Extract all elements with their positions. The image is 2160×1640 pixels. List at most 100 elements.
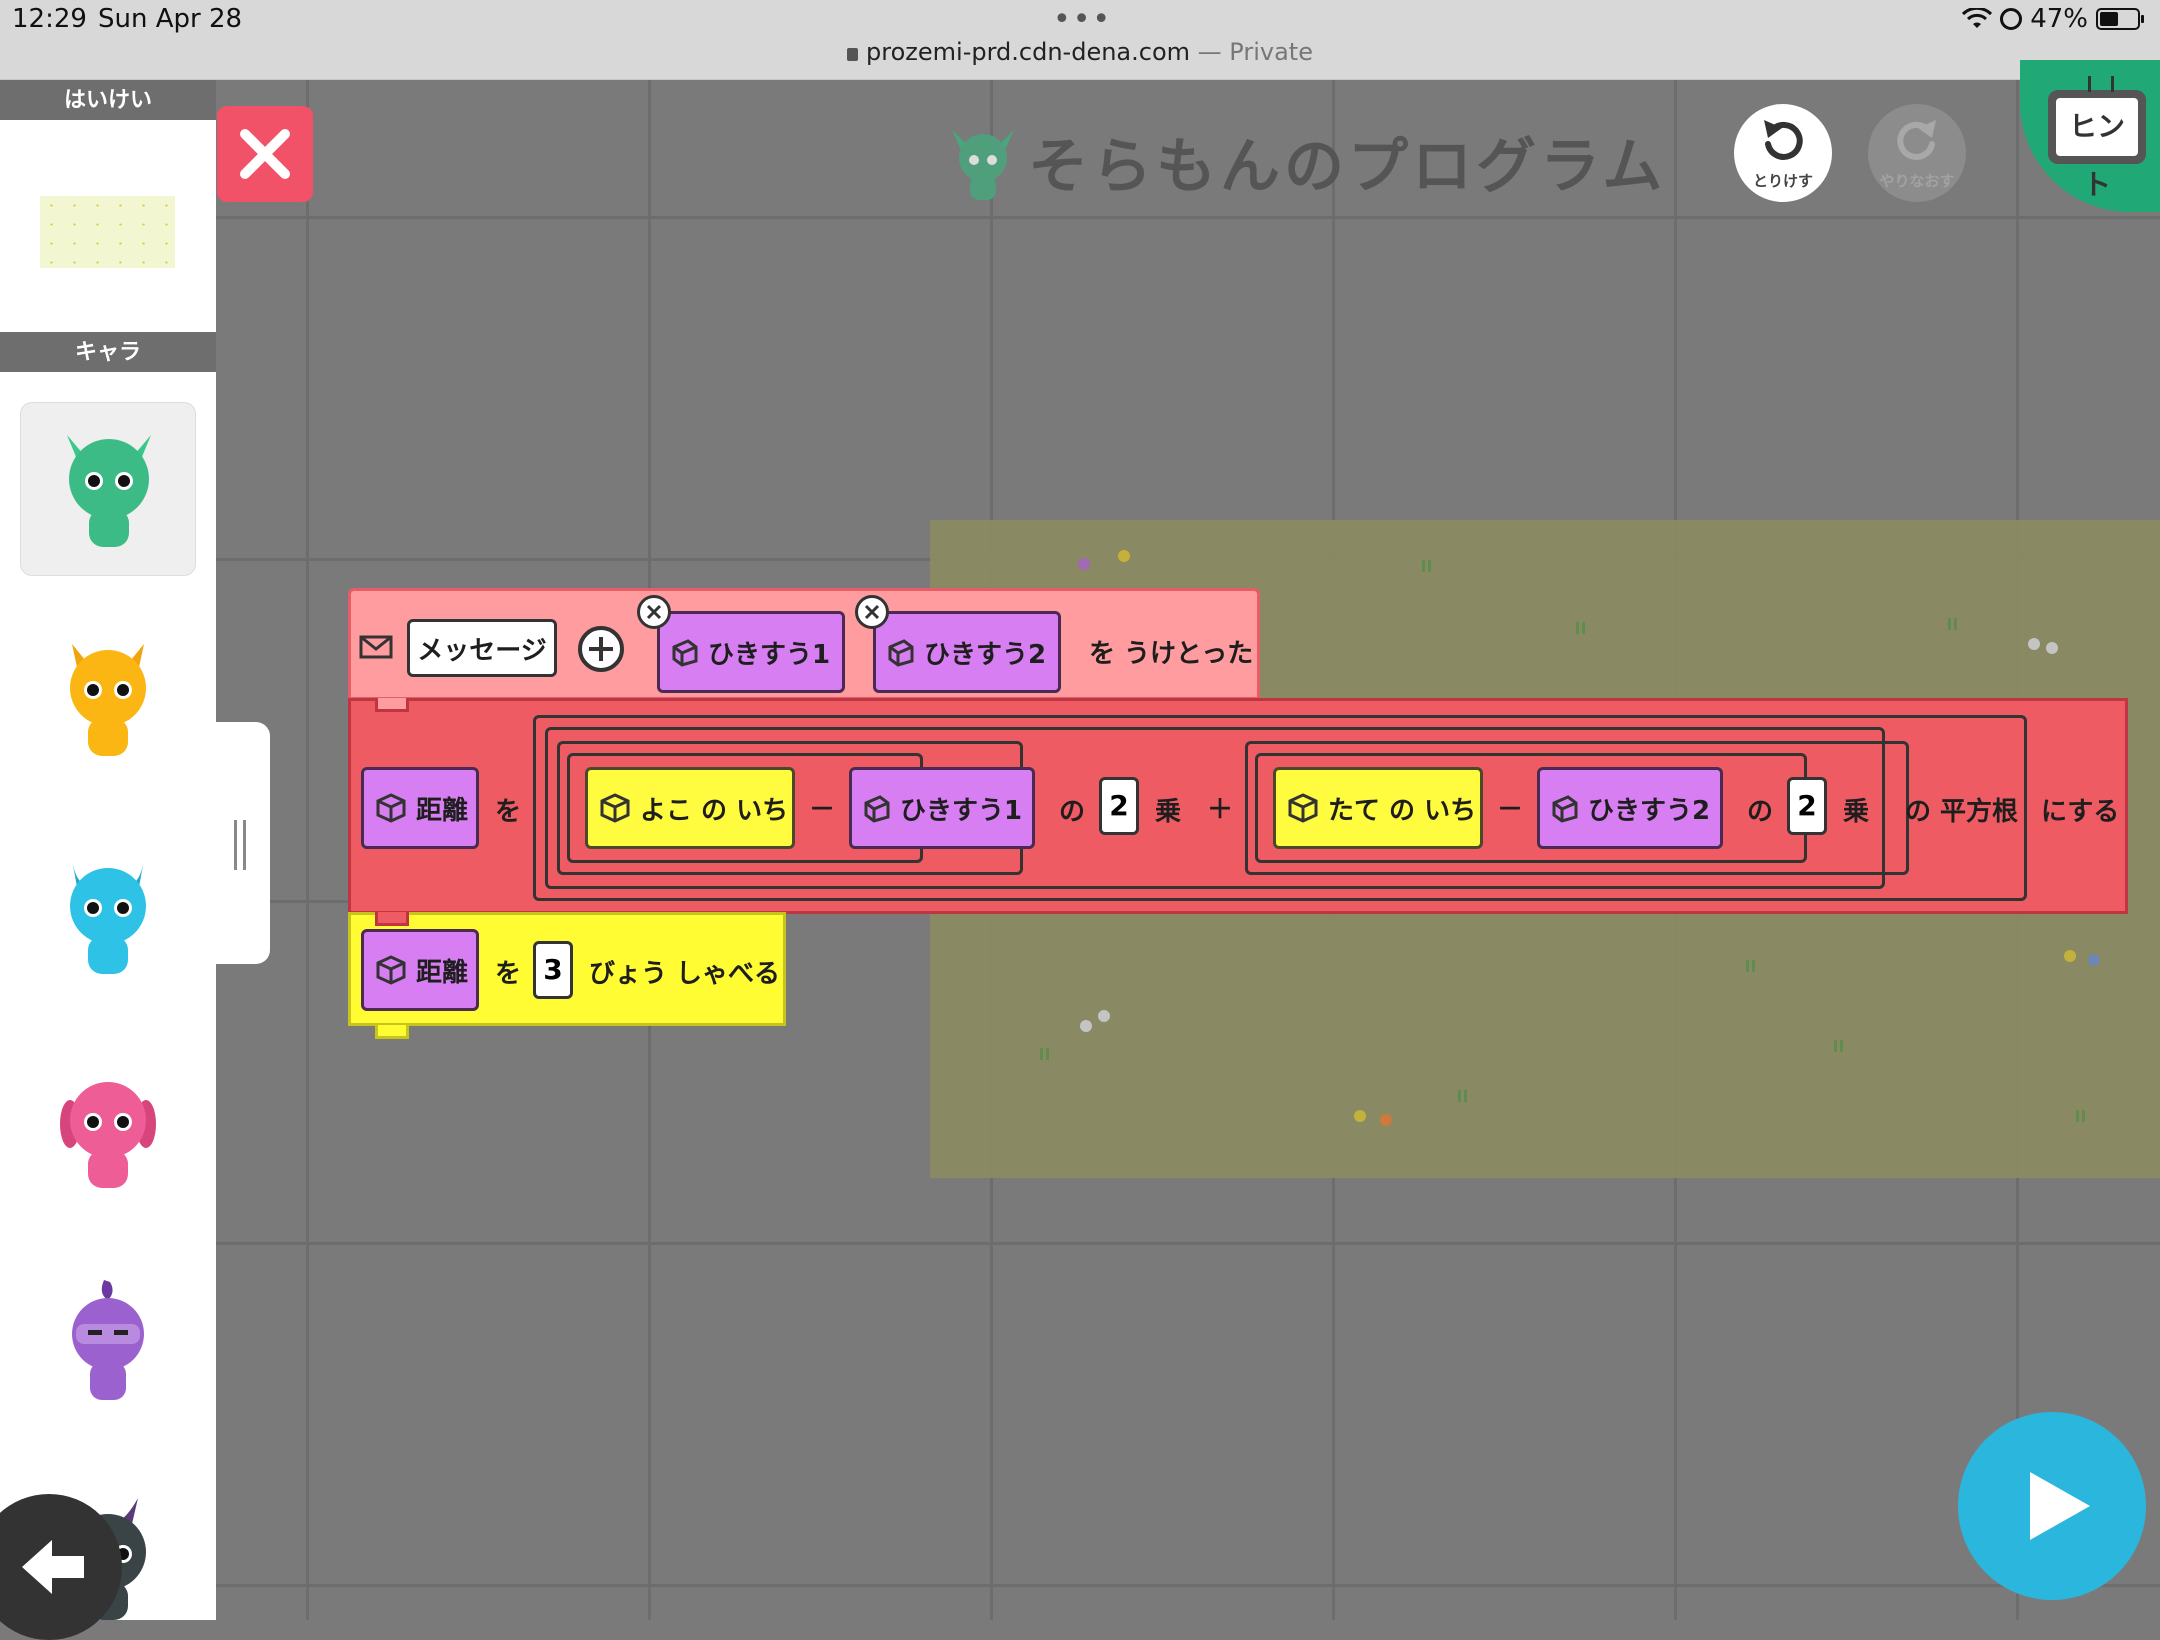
play-button[interactable] [1958, 1412, 2146, 1600]
lock-icon [847, 48, 859, 61]
minus-sign: － [809, 795, 836, 825]
argument-2-label: ひきすう2 [1588, 795, 1711, 826]
flower-icon [2064, 950, 2076, 962]
variable-label: 距離 [416, 957, 469, 988]
close-icon [864, 604, 880, 620]
variable-block-distance[interactable]: 距離 [361, 767, 479, 849]
grip-icon [234, 820, 237, 870]
flower-icon [1380, 1114, 1392, 1126]
wo-text: を [495, 797, 522, 827]
argument-block-1[interactable]: ひきすう1 [849, 767, 1035, 849]
power-input-1[interactable]: 2 [1099, 777, 1139, 835]
grass-icon [1576, 622, 1579, 634]
flower-icon [1118, 550, 1130, 562]
flower-icon [1080, 1020, 1092, 1032]
character-yellow[interactable] [20, 616, 196, 790]
sqrt-label: の 平方根 [1905, 797, 2019, 827]
character-purple-ninja[interactable] [20, 1260, 196, 1434]
flower-icon [1354, 1110, 1366, 1122]
yellow-monster-icon [70, 644, 146, 756]
grass-icon [2076, 1110, 2079, 1122]
flower-icon [2046, 642, 2058, 654]
grass-icon [1948, 618, 1951, 630]
message-dropdown[interactable]: メッセージ [407, 619, 557, 677]
close-button[interactable] [217, 106, 313, 202]
tv-icon: ヒント [2048, 76, 2146, 201]
speak-block[interactable]: 距離 を 3 びょう しゃべる [348, 912, 786, 1039]
undo-button[interactable]: とりけす [1734, 104, 1832, 202]
soramon-icon [952, 129, 1014, 200]
character-blue[interactable] [20, 832, 196, 1006]
argument-block-2[interactable]: ひきすう2 [1537, 767, 1723, 849]
variable-box-icon [376, 955, 406, 985]
parameter-icon [672, 639, 698, 667]
parameter-block[interactable]: ひきすう2 [873, 611, 1061, 693]
position-box-icon [600, 793, 630, 823]
wo-text: を [495, 959, 522, 989]
undo-label: とりけす [1752, 172, 1813, 190]
grass-icon [1040, 1048, 1043, 1060]
y-position-label: たて の いち [1328, 795, 1477, 826]
more-dots-icon[interactable]: ••• [1053, 2, 1112, 37]
blue-monster-icon [70, 860, 146, 974]
parameter-icon [864, 795, 890, 823]
hint-label: ヒント [2056, 98, 2138, 201]
block-notch [375, 1025, 409, 1039]
address-bar[interactable]: prozemi-prd.cdn-dena.com — Private [0, 38, 2160, 66]
parameter-2-label: ひきすう2 [924, 639, 1047, 670]
close-icon [646, 604, 662, 620]
flower-icon [1098, 1010, 1110, 1022]
redo-icon [1897, 120, 1936, 160]
no-text: の [1059, 797, 1086, 827]
panel-resize-handle[interactable] [210, 722, 270, 964]
asset-panel: はいけい キャラ [0, 80, 216, 1620]
play-icon [2030, 1472, 2090, 1540]
character-pink[interactable] [20, 1046, 196, 1220]
variable-block-distance[interactable]: 距離 [361, 929, 479, 1011]
x-position-block[interactable]: よこ の いち [585, 767, 795, 849]
character-header: キャラ [0, 332, 216, 372]
battery-icon [2096, 8, 2144, 30]
no-text: の [1747, 797, 1774, 827]
add-parameter-icon[interactable] [577, 625, 625, 673]
grass-icon [1746, 960, 1749, 972]
background-thumbnail[interactable] [40, 196, 175, 268]
purple-ninja-icon [72, 1280, 144, 1400]
message-label: メッセージ [417, 635, 547, 666]
variable-box-icon [376, 793, 406, 823]
x-position-label: よこ の いち [640, 795, 789, 826]
received-suffix: を うけとった [1089, 639, 1254, 669]
program-title: そらもんのプログラム [1028, 132, 1667, 202]
remove-parameter-button[interactable] [637, 595, 671, 629]
flower-icon [2088, 954, 2100, 966]
remove-parameter-button[interactable] [855, 595, 889, 629]
character-green[interactable] [20, 402, 196, 576]
y-position-block[interactable]: たて の いち [1273, 767, 1483, 849]
minus-sign: － [1497, 795, 1524, 825]
parameter-icon [888, 639, 914, 667]
grass-icon [1422, 560, 1425, 572]
close-icon [240, 129, 290, 179]
status-time: 12:29 [12, 4, 87, 34]
power-input-2[interactable]: 2 [1787, 777, 1827, 835]
parameter-block[interactable]: ひきすう1 [657, 611, 845, 693]
plus-sign: ＋ [1207, 795, 1234, 825]
background-header: はいけい [0, 80, 216, 120]
wifi-icon [1962, 8, 1993, 28]
variable-label: 距離 [416, 795, 469, 826]
redo-button[interactable]: やりなおす [1868, 104, 1966, 202]
envelope-icon [359, 635, 393, 659]
set-suffix: にする [2041, 797, 2120, 827]
set-variable-block[interactable]: 距離 を よこ の いち － ひきすう1 の 2 乗 ＋ たて の いち － ひ… [348, 698, 2128, 914]
message-received-block[interactable]: メッセージ ひきすう1 ひきすう2 を うけとった [348, 588, 1260, 700]
grass-icon [1458, 1090, 1461, 1102]
parameter-1-label: ひきすう1 [708, 639, 831, 670]
argument-1-label: ひきすう1 [900, 795, 1023, 826]
green-monster-icon [67, 435, 151, 547]
grass-icon [1834, 1040, 1837, 1052]
seconds-input[interactable]: 3 [533, 941, 573, 999]
url-text: prozemi-prd.cdn-dena.com [866, 38, 1191, 66]
status-bar: 12:29 Sun Apr 28 ••• prozemi-prd.cdn-den… [0, 0, 2160, 80]
private-label: — Private [1197, 38, 1313, 66]
title-area: そらもんのプログラム [948, 118, 1666, 205]
